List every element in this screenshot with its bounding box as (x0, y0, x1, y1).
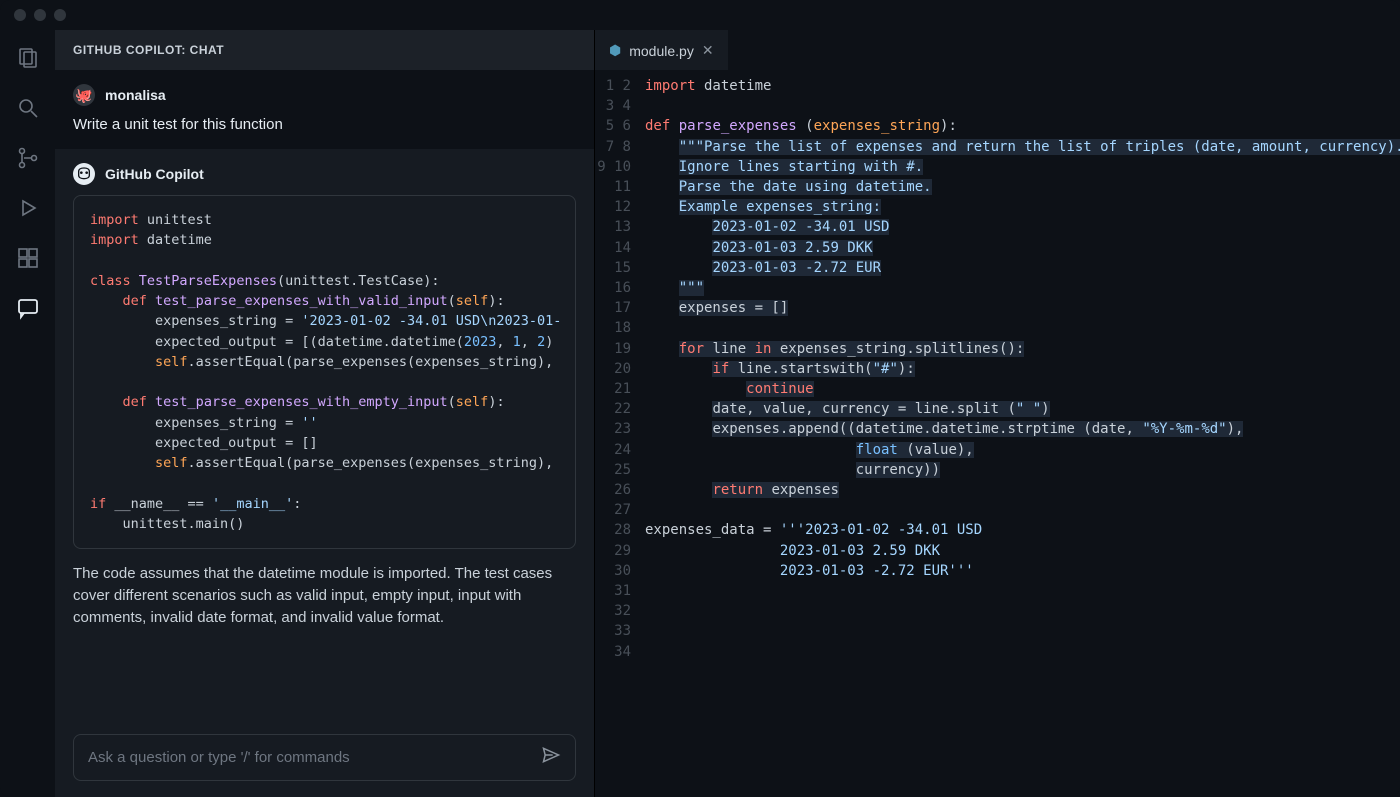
code-area[interactable]: import datetime def parse_expenses (expe… (645, 76, 1400, 797)
editor[interactable]: 1 2 3 4 5 6 7 8 9 10 11 12 13 14 15 16 1… (595, 70, 1400, 797)
chat-panel-title: GITHUB COPILOT: CHAT (55, 30, 594, 70)
search-icon[interactable] (16, 96, 40, 120)
minimize-dot[interactable] (34, 9, 46, 21)
main: GITHUB COPILOT: CHAT 🐙 monalisa Write a … (0, 30, 1400, 797)
tab-close-icon[interactable]: ✕ (702, 42, 714, 59)
chat-input-row (55, 718, 594, 797)
user-avatar-icon: 🐙 (73, 84, 95, 106)
explorer-icon[interactable] (16, 46, 40, 70)
close-dot[interactable] (14, 9, 26, 21)
bot-code-block[interactable]: import unittest import datetime class Te… (73, 195, 576, 549)
copilot-avatar-icon (73, 163, 95, 185)
line-numbers: 1 2 3 4 5 6 7 8 9 10 11 12 13 14 15 16 1… (595, 76, 645, 797)
bot-message: GitHub Copilot import unittest import da… (55, 149, 594, 644)
chat-icon[interactable] (16, 296, 40, 320)
run-debug-icon[interactable] (16, 196, 40, 220)
bot-reply: The code assumes that the datetime modul… (73, 563, 576, 628)
chat-input[interactable] (73, 734, 576, 781)
activity-bar (0, 30, 55, 797)
source-control-icon[interactable] (16, 146, 40, 170)
python-file-icon: ⬢ (609, 42, 621, 59)
chat-input-field[interactable] (88, 749, 541, 766)
editor-panel: ⬢ module.py ✕ 1 2 3 4 5 6 7 8 9 10 11 12… (595, 30, 1400, 797)
window: GITHUB COPILOT: CHAT 🐙 monalisa Write a … (0, 0, 1400, 797)
titlebar (0, 0, 1400, 30)
send-icon[interactable] (541, 745, 561, 770)
extensions-icon[interactable] (16, 246, 40, 270)
tab-module-py[interactable]: ⬢ module.py ✕ (595, 30, 728, 70)
user-prompt: Write a unit test for this function (73, 116, 576, 133)
chat-panel: GITHUB COPILOT: CHAT 🐙 monalisa Write a … (55, 30, 595, 797)
tab-label: module.py (629, 43, 694, 59)
bot-name: GitHub Copilot (105, 166, 204, 182)
zoom-dot[interactable] (54, 9, 66, 21)
user-name: monalisa (105, 87, 166, 103)
tabs: ⬢ module.py ✕ (595, 30, 1400, 70)
chat-body[interactable]: 🐙 monalisa Write a unit test for this fu… (55, 70, 594, 718)
user-message: 🐙 monalisa Write a unit test for this fu… (55, 70, 594, 149)
